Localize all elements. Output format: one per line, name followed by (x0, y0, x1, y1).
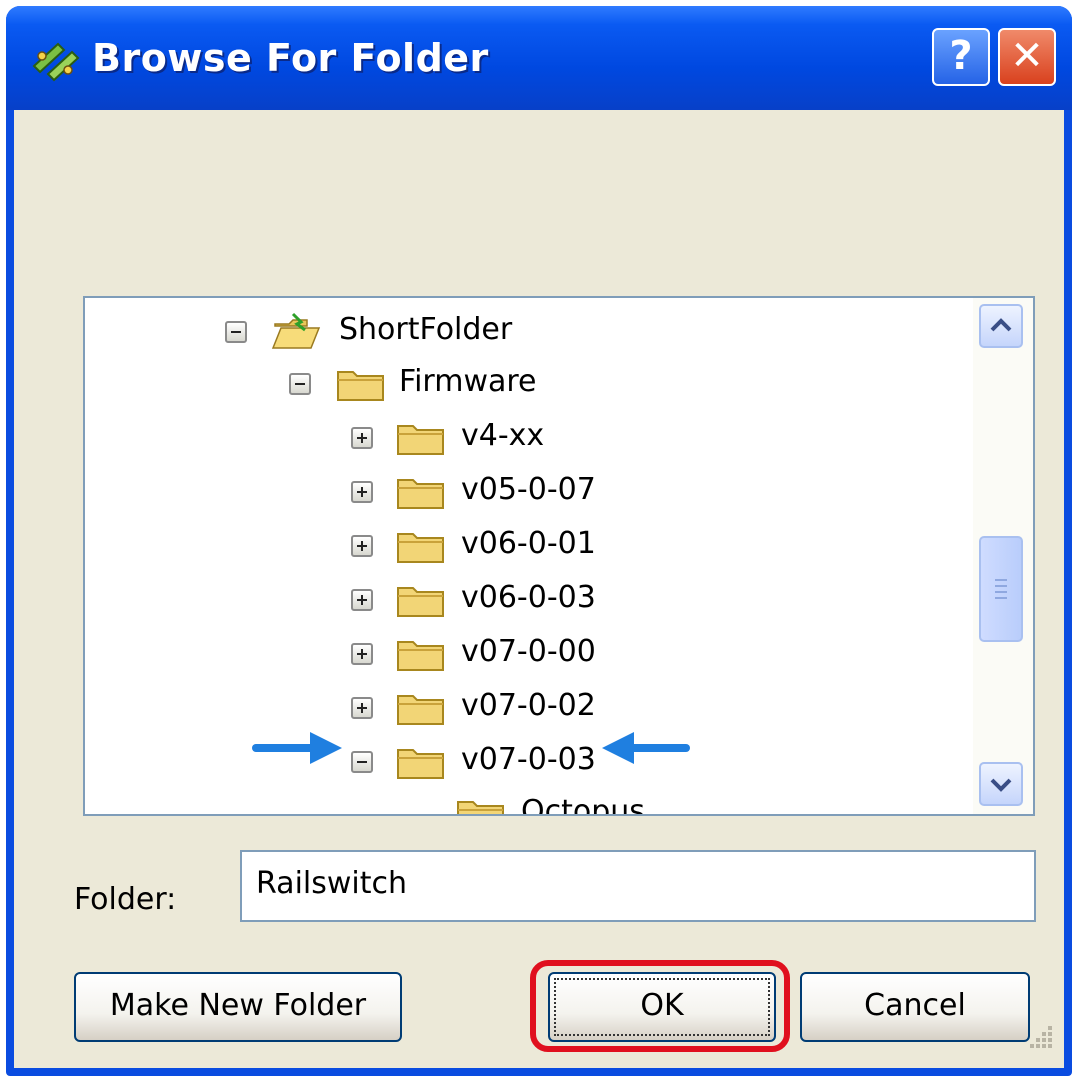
folder-icon (337, 371, 384, 401)
collapse-icon[interactable] (225, 321, 247, 343)
collapse-icon[interactable] (351, 751, 373, 773)
browse-for-folder-dialog: Browse For Folder ? ✕ ShortFolder Firmwa… (6, 6, 1072, 1076)
open-folder-icon (271, 312, 321, 349)
grip-lines-icon (995, 579, 1007, 599)
tree-item-label: v07-0-00 (461, 634, 596, 669)
tree-item-label: v06-0-01 (461, 526, 596, 561)
folder-icon (397, 587, 444, 617)
title-bar[interactable]: Browse For Folder ? ✕ (6, 6, 1072, 110)
tree-item-v07-0-03[interactable]: v07-0-03 (85, 740, 965, 786)
expand-icon[interactable] (351, 481, 373, 503)
app-icon (32, 42, 80, 82)
help-button[interactable]: ? (932, 28, 990, 86)
tree-item-firmware[interactable]: Firmware (85, 362, 965, 408)
tree-item-label: Octopus (521, 794, 645, 816)
tree-item-label: Firmware (399, 364, 537, 399)
tree-item-v05-0-07[interactable]: v05-0-07 (85, 470, 965, 516)
tree-item-label: v07-0-03 (461, 742, 596, 777)
folder-icon (397, 533, 444, 563)
expand-icon[interactable] (351, 589, 373, 611)
make-new-folder-button[interactable]: Make New Folder (74, 972, 402, 1042)
folder-icon (397, 695, 444, 725)
cancel-button[interactable]: Cancel (800, 972, 1030, 1042)
scroll-down-button[interactable] (979, 762, 1023, 806)
folder-field-label: Folder: (74, 882, 177, 917)
dialog-body: ShortFolder Firmware v4-xx v05-0-07 v06-… (14, 110, 1064, 1068)
folder-icon (397, 479, 444, 509)
folder-icon (397, 641, 444, 671)
folder-field[interactable]: Railswitch (240, 850, 1036, 922)
folder-tree-list: ShortFolder Firmware v4-xx v05-0-07 v06-… (85, 298, 973, 814)
tree-item-v06-0-03[interactable]: v06-0-03 (85, 578, 965, 624)
ok-button[interactable]: OK (548, 972, 776, 1042)
scroll-thumb[interactable] (979, 536, 1023, 642)
chevron-down-icon (990, 778, 1012, 792)
tree-item-v07-0-02[interactable]: v07-0-02 (85, 686, 965, 732)
folder-icon (397, 749, 444, 779)
resize-grip-icon[interactable] (1026, 1020, 1056, 1050)
expand-icon[interactable] (351, 535, 373, 557)
window-title: Browse For Folder (92, 36, 489, 80)
folder-icon (397, 425, 444, 455)
left-arrow-icon (602, 732, 690, 764)
expand-icon[interactable] (351, 697, 373, 719)
tree-item-v06-0-01[interactable]: v06-0-01 (85, 524, 965, 570)
tree-item-label: v06-0-03 (461, 580, 596, 615)
tree-item-label: ShortFolder (339, 312, 513, 347)
close-button[interactable]: ✕ (998, 28, 1056, 86)
tree-item-octopus[interactable]: Octopus (85, 792, 965, 816)
chevron-up-icon (990, 318, 1012, 332)
scroll-up-button[interactable] (979, 304, 1023, 348)
tree-item-v07-0-00[interactable]: v07-0-00 (85, 632, 965, 678)
expand-icon[interactable] (351, 643, 373, 665)
expand-icon[interactable] (351, 427, 373, 449)
vertical-scrollbar[interactable] (973, 298, 1033, 814)
folder-tree: ShortFolder Firmware v4-xx v05-0-07 v06-… (83, 296, 1035, 816)
make-new-folder-label: Make New Folder (109, 988, 367, 1023)
folder-icon (457, 801, 504, 814)
tree-item-label: v07-0-02 (461, 688, 596, 723)
tree-item-v4-xx[interactable]: v4-xx (85, 416, 965, 462)
tree-item-label: v05-0-07 (461, 472, 596, 507)
tree-item-label: v4-xx (461, 418, 545, 453)
tree-item-shortfolder[interactable]: ShortFolder (85, 310, 965, 356)
collapse-icon[interactable] (289, 373, 311, 395)
right-arrow-icon (252, 732, 342, 764)
